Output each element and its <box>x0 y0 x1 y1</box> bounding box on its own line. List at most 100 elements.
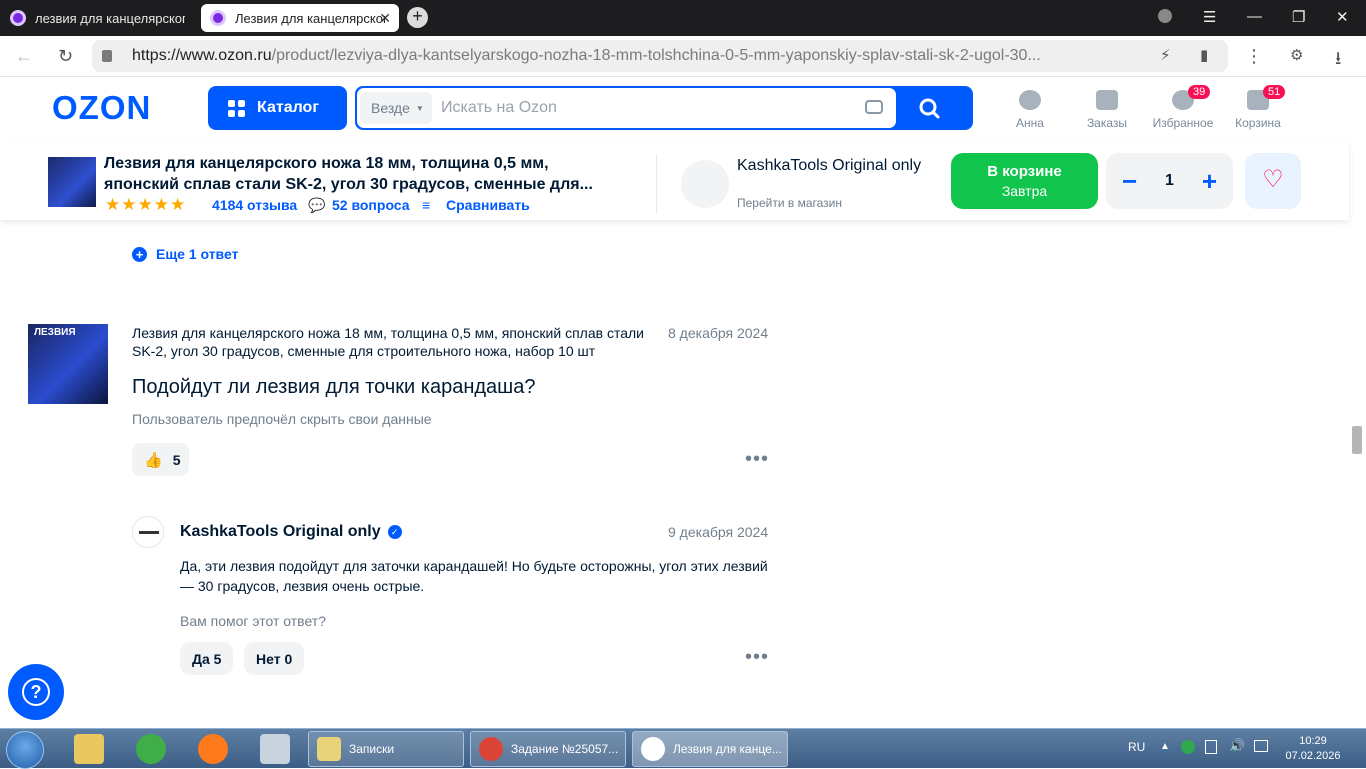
compare-link[interactable]: Сравнивать <box>446 197 530 213</box>
favorite-button[interactable]: ♡ <box>1245 153 1301 209</box>
verified-icon: ✓ <box>387 525 402 539</box>
protect-icon[interactable]: ⚡ <box>1160 46 1171 64</box>
cart-button-label: В корзине <box>987 163 1062 180</box>
vote-yes-button[interactable]: Да 5 <box>180 642 234 675</box>
favorites-badge: 39 <box>1188 85 1211 99</box>
reviews-link[interactable]: 4184 отзыва <box>212 197 297 213</box>
user-icon <box>1019 90 1041 110</box>
tray-expand-icon[interactable]: ▲ <box>1160 741 1170 752</box>
yandex-browser-icon <box>641 737 665 761</box>
calculator-icon[interactable] <box>260 734 290 764</box>
minus-button[interactable]: − <box>1122 166 1137 197</box>
sticky-product-bar: Лезвия для канцелярского ножа 18 мм, тол… <box>0 140 1349 220</box>
extensions-icon[interactable]: ⚙ <box>1290 46 1303 64</box>
task-yandex[interactable]: Лезвия для канце... <box>632 731 788 767</box>
in-cart-button[interactable]: В корзине Завтра <box>951 153 1098 209</box>
product-title[interactable]: Лезвия для канцелярского ножа 18 мм, тол… <box>104 153 624 195</box>
seller-logo[interactable] <box>681 160 729 208</box>
grid-icon <box>228 99 245 117</box>
start-button[interactable] <box>6 731 44 769</box>
nav-cart[interactable]: 51 Корзина <box>1218 85 1298 130</box>
restore-icon[interactable]: ❐ <box>1292 8 1305 26</box>
tray-app-icon[interactable] <box>1181 740 1195 754</box>
tab-product[interactable]: Лезвия для канцелярского ножа ✕ <box>201 4 399 32</box>
search-icon[interactable] <box>915 96 945 122</box>
cart-badge: 51 <box>1263 85 1286 99</box>
help-chat-button[interactable]: ? <box>8 664 64 720</box>
os-taskbar: Записки Задание №25057... Лезвия для кан… <box>0 728 1366 769</box>
task-chrome[interactable]: Задание №25057... <box>470 731 626 767</box>
nav-favorites[interactable]: 39 Избранное <box>1143 85 1223 130</box>
answer-date: 9 декабря 2024 <box>668 524 769 540</box>
ozon-logo[interactable]: OZON <box>52 89 151 127</box>
reload-icon[interactable]: ↻ <box>58 46 73 67</box>
task-notes[interactable]: Записки <box>308 731 464 767</box>
minimize-icon[interactable]: — <box>1247 8 1262 25</box>
tab-search-results[interactable]: лезвия для канцелярского ножа <box>0 4 196 32</box>
clock-time: 10:29 <box>1299 735 1327 747</box>
nav-label: Корзина <box>1235 116 1281 130</box>
question-mark-icon: ? <box>22 678 50 706</box>
plus-circle-icon: + <box>132 246 147 262</box>
question-more-icon[interactable]: ••• <box>745 448 769 471</box>
product-thumbnail[interactable] <box>48 157 96 207</box>
seller-name[interactable]: KashkaTools Original only <box>737 156 927 176</box>
vote-no-button[interactable]: Нет 0 <box>244 642 305 675</box>
address-bar[interactable]: https://www.ozon.ru/product/lezviya-dlya… <box>92 40 1228 72</box>
scrollbar-thumb[interactable] <box>1352 426 1362 454</box>
volume-icon[interactable]: 🔊 <box>1229 738 1245 754</box>
profile-icon[interactable] <box>1158 9 1172 23</box>
chrome-icon <box>479 737 503 761</box>
compare-icon: ≡ <box>422 197 431 213</box>
delivery-label: Завтра <box>1001 183 1048 199</box>
file-explorer-icon[interactable] <box>74 734 104 764</box>
more-icon[interactable]: ⋮ <box>1245 46 1263 67</box>
quantity-stepper: − 1 + <box>1106 153 1233 209</box>
search-field: Везде ▼ <box>357 88 896 128</box>
app-icon[interactable] <box>136 734 166 764</box>
question-product-name[interactable]: Лезвия для канцелярского ножа 18 мм, тол… <box>132 324 662 360</box>
answer-text: Да, эти лезвия подойдут для заточки кара… <box>180 558 768 594</box>
nav-label: Избранное <box>1152 116 1214 130</box>
bookmark-icon[interactable]: ▮ <box>1200 46 1208 64</box>
url-text[interactable]: https://www.ozon.ru/product/lezviya-dlya… <box>132 47 1092 65</box>
quantity-value: 1 <box>1165 172 1174 189</box>
more-answers-link[interactable]: + Еще 1 ответ <box>132 246 238 262</box>
nav-profile[interactable]: Анна <box>990 90 1070 130</box>
new-tab-button[interactable]: + <box>407 7 428 28</box>
like-button[interactable]: 👍 5 <box>132 443 189 476</box>
task-label: Задание №25057... <box>511 742 619 756</box>
back-icon[interactable]: ← <box>15 46 33 67</box>
close-window-icon[interactable]: ✕ <box>1336 8 1349 26</box>
task-label: Записки <box>349 742 395 756</box>
helpful-question: Вам помог этот ответ? <box>180 613 326 629</box>
download-icon[interactable]: ⭳ <box>1335 46 1341 76</box>
question-author: Пользователь предпочёл скрыть свои данны… <box>132 411 432 427</box>
nav-orders[interactable]: Заказы <box>1067 90 1147 130</box>
firefox-icon[interactable] <box>198 734 228 764</box>
search-input[interactable] <box>441 92 861 124</box>
camera-icon[interactable] <box>865 100 883 114</box>
plus-button[interactable]: + <box>1202 166 1217 197</box>
notes-icon <box>317 737 341 761</box>
language-indicator[interactable]: RU <box>1128 740 1145 754</box>
close-tab-icon[interactable]: ✕ <box>379 10 391 27</box>
page-scrollbar[interactable] <box>1349 77 1366 727</box>
ozon-favicon-icon <box>10 10 26 26</box>
ozon-favicon-icon <box>210 10 226 26</box>
answer-more-icon[interactable]: ••• <box>745 646 769 669</box>
menu-icon[interactable]: ☰ <box>1203 8 1216 26</box>
browser-tab-bar: лезвия для канцелярского ножа Лезвия для… <box>0 0 1366 36</box>
tray-device-icon[interactable] <box>1205 740 1217 754</box>
system-clock[interactable]: 10:29 07.02.2026 <box>1280 734 1346 764</box>
go-to-store-link[interactable]: Перейти в магазин <box>737 196 842 210</box>
more-answers-label: Еще 1 ответ <box>156 246 239 262</box>
answer-author[interactable]: KashkaTools Original only ✓ <box>180 523 402 541</box>
network-icon[interactable] <box>1254 740 1268 752</box>
search-scope-select[interactable]: Везде ▼ <box>360 92 432 124</box>
question-product-thumbnail[interactable]: ЛЕЗВИЯ <box>28 324 108 404</box>
questions-link[interactable]: 52 вопроса <box>332 197 410 213</box>
catalog-button[interactable]: Каталог <box>208 86 347 130</box>
lock-icon <box>102 50 112 62</box>
search-bar: Везде ▼ <box>355 86 973 130</box>
